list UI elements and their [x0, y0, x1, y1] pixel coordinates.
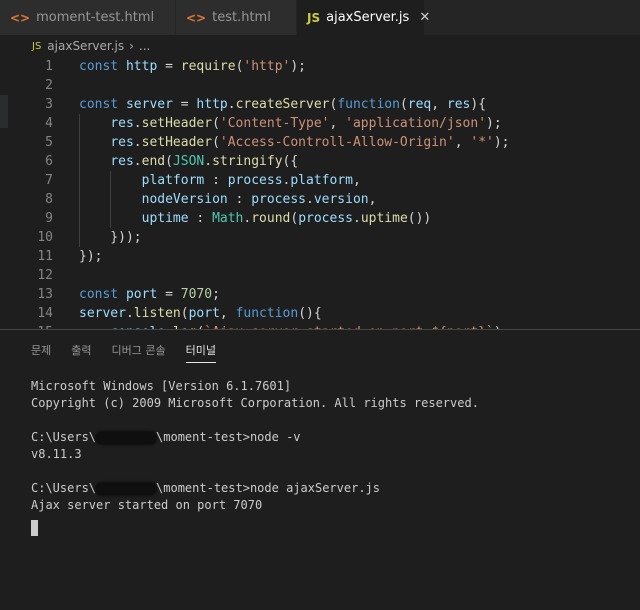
breadcrumb-separator: ›	[129, 39, 134, 53]
terminal-line: C:\Users\ \moment-test>node ajaxServer.js	[31, 480, 479, 497]
redacted-username	[96, 482, 157, 495]
code-editor[interactable]: 1 const http = require('http'); 2 3 const …	[0, 57, 640, 329]
breadcrumb-more[interactable]: ...	[139, 39, 150, 53]
bottom-panel: 문제 출력 디버그 콘솔 터미널 Microsoft Windows [Vers…	[0, 329, 640, 610]
terminal-line: v8.11.3	[31, 447, 82, 461]
panel-tabs: 문제 출력 디버그 콘솔 터미널	[31, 342, 236, 363]
terminal-cursor	[31, 520, 38, 536]
close-icon[interactable]: ✕	[419, 10, 430, 25]
tab-label: ajaxServer.js	[326, 10, 410, 25]
tab-problems[interactable]: 문제	[31, 342, 51, 363]
js-file-icon: JS	[307, 10, 321, 25]
breadcrumb-file[interactable]: ajaxServer.js	[47, 39, 124, 53]
prompt-path: C:\Users\	[31, 430, 97, 444]
tab-moment-test-html[interactable]: <> moment-test.html	[0, 0, 176, 35]
js-file-icon: JS	[32, 40, 42, 52]
terminal-line: C:\Users\ \moment-test>node -v	[31, 429, 479, 446]
tab-output[interactable]: 출력	[71, 342, 91, 363]
terminal-line: Ajax server started on port 7070	[31, 498, 263, 512]
prompt-command: \moment-test>node ajaxServer.js	[156, 481, 380, 495]
html-file-icon: <>	[10, 10, 31, 25]
redacted-username	[96, 431, 157, 444]
tab-ajaxserver-js[interactable]: JS ajaxServer.js ✕	[297, 0, 430, 35]
prompt-path: C:\Users\	[31, 481, 97, 495]
tab-label: test.html	[212, 10, 271, 25]
tab-test-html[interactable]: <> test.html	[176, 0, 297, 35]
tab-debug-console[interactable]: 디버그 콘솔	[112, 342, 166, 363]
prompt-command: \moment-test>node -v	[156, 430, 301, 444]
breadcrumb: JS ajaxServer.js › ...	[0, 35, 640, 57]
html-file-icon: <>	[186, 10, 207, 25]
terminal-line: Microsoft Windows [Version 6.1.7601]	[31, 379, 292, 393]
tab-terminal[interactable]: 터미널	[185, 342, 216, 363]
editor-tab-bar: <> moment-test.html <> test.html JS ajax…	[0, 0, 640, 35]
terminal-output[interactable]: Microsoft Windows [Version 6.1.7601] Cop…	[31, 378, 479, 536]
tab-label: moment-test.html	[36, 10, 155, 25]
terminal-line: Copyright (c) 2009 Microsoft Corporation…	[31, 396, 479, 410]
